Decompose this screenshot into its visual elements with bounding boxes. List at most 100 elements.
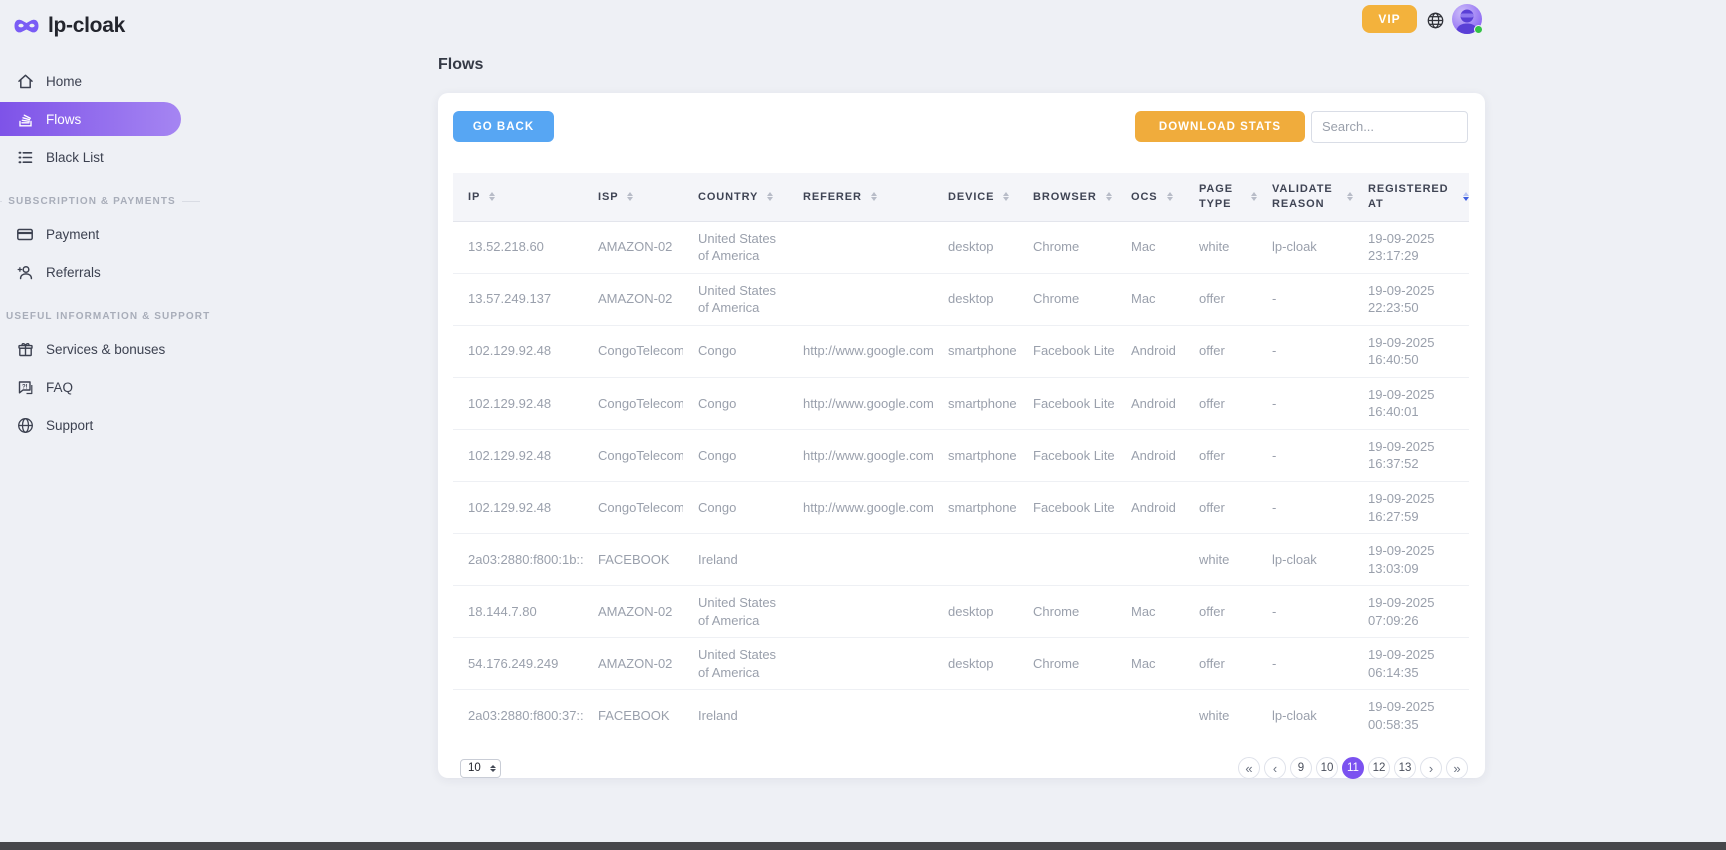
pagination-page-9[interactable]: 9	[1290, 757, 1312, 779]
table-cell-validate-reason: -	[1257, 481, 1353, 533]
flows-table: IPISPCOUNTRYREFERERDEVICEBROWSEROCSPAGE …	[453, 173, 1469, 741]
column-header-registered-at[interactable]: REGISTERED AT	[1353, 173, 1469, 221]
rows-per-page-select[interactable]: 10	[460, 759, 501, 778]
table-cell-country: United States of America	[683, 273, 788, 325]
column-header-page-type[interactable]: PAGE TYPE	[1184, 173, 1257, 221]
pagination-first-button[interactable]: «	[1238, 757, 1260, 779]
rows-per-page-value: 10	[468, 762, 481, 774]
column-header-country[interactable]: COUNTRY	[683, 173, 788, 221]
table-row: 102.129.92.48CongoTelecomCongohttp://www…	[453, 481, 1469, 533]
sidebar-item-services-bonuses[interactable]: Services & bonuses	[0, 332, 200, 366]
table-cell-referer	[788, 586, 933, 638]
table-cell-isp: CongoTelecom	[583, 325, 683, 377]
table-cell-ip: 2a03:2880:f800:1b::	[453, 534, 583, 586]
table-cell-ip: 102.129.92.48	[453, 377, 583, 429]
online-status-dot	[1474, 25, 1483, 34]
table-row: 18.144.7.80AMAZON-02United States of Ame…	[453, 586, 1469, 638]
table-cell-ocs: Mac	[1116, 638, 1184, 690]
brand-name: lp-cloak	[48, 14, 125, 38]
column-header-browser[interactable]: BROWSER	[1018, 173, 1116, 221]
language-globe-icon[interactable]	[1427, 12, 1444, 29]
table-cell-validate-reason: -	[1257, 377, 1353, 429]
sidebar-item-label: Payment	[46, 227, 99, 242]
table-cell-country: Congo	[683, 481, 788, 533]
table-cell-page-type: offer	[1184, 586, 1257, 638]
table-cell-validate-reason: -	[1257, 273, 1353, 325]
sidebar-item-flows[interactable]: Flows	[0, 102, 181, 136]
table-cell-device: desktop	[933, 638, 1018, 690]
main-content: Flows GO BACK DOWNLOAD STATS IPISPCOUNTR…	[438, 56, 1485, 778]
table-cell-validate-reason: lp-cloak	[1257, 690, 1353, 742]
pagination-page-12[interactable]: 12	[1368, 757, 1390, 779]
table-cell-page-type: offer	[1184, 377, 1257, 429]
pagination-last-button[interactable]: »	[1446, 757, 1468, 779]
table-cell-page-type: offer	[1184, 429, 1257, 481]
table-cell-browser: Facebook Lite	[1018, 377, 1116, 429]
sort-icon[interactable]	[1347, 192, 1353, 201]
table-cell-referer: http://www.google.com/	[788, 325, 933, 377]
pagination-page-10[interactable]: 10	[1316, 757, 1338, 779]
table-cell-country: Congo	[683, 429, 788, 481]
table-cell-isp: CongoTelecom	[583, 481, 683, 533]
sidebar-item-payment[interactable]: Payment	[0, 217, 200, 251]
column-header-validate-reason[interactable]: VALIDATE REASON	[1257, 173, 1353, 221]
sidebar-item-label: Flows	[46, 112, 81, 127]
flows-icon	[16, 110, 34, 128]
table-cell-registered-at: 19-09-2025 16:40:50	[1353, 325, 1469, 377]
column-header-ip[interactable]: IP	[453, 173, 583, 221]
search-input[interactable]	[1311, 111, 1468, 143]
table-cell-country: United States of America	[683, 586, 788, 638]
table-cell-validate-reason: -	[1257, 586, 1353, 638]
sort-icon[interactable]	[1167, 192, 1173, 201]
sort-icon[interactable]	[1463, 192, 1469, 201]
sort-icon[interactable]	[1251, 192, 1257, 201]
sort-icon[interactable]	[1106, 192, 1112, 201]
column-header-isp[interactable]: ISP	[583, 173, 683, 221]
sidebar-item-faq[interactable]: ?!FAQ	[0, 370, 200, 404]
sidebar-item-label: Support	[46, 418, 93, 433]
table-cell-ip: 54.176.249.249	[453, 638, 583, 690]
sidebar-item-home[interactable]: Home	[0, 64, 200, 98]
sidebar-item-support[interactable]: Support	[0, 408, 200, 442]
sidebar-item-referrals[interactable]: Referrals	[0, 255, 200, 289]
table-cell-registered-at: 19-09-2025 00:58:35	[1353, 690, 1469, 742]
table-cell-device: desktop	[933, 221, 1018, 273]
table-cell-ip: 18.144.7.80	[453, 586, 583, 638]
sort-icon[interactable]	[627, 192, 633, 201]
table-cell-ocs: Mac	[1116, 221, 1184, 273]
table-cell-referer	[788, 534, 933, 586]
pagination-page-11[interactable]: 11	[1342, 757, 1364, 779]
pagination-page-13[interactable]: 13	[1394, 757, 1416, 779]
download-stats-button[interactable]: DOWNLOAD STATS	[1135, 111, 1305, 142]
table-cell-device: smartphone	[933, 429, 1018, 481]
column-header-referer[interactable]: REFERER	[788, 173, 933, 221]
sidebar-item-black-list[interactable]: Black List	[0, 140, 200, 174]
sort-icon[interactable]	[1003, 192, 1009, 201]
column-header-device[interactable]: DEVICE	[933, 173, 1018, 221]
card-footer: 10 «‹910111213›»	[453, 741, 1468, 779]
sort-icon[interactable]	[767, 192, 773, 201]
table-cell-country: Congo	[683, 325, 788, 377]
sort-icon[interactable]	[489, 192, 495, 201]
table-row: 13.52.218.60AMAZON-02United States of Am…	[453, 221, 1469, 273]
pagination-prev-button[interactable]: ‹	[1264, 757, 1286, 779]
credit-card-icon	[16, 225, 34, 243]
table-cell-ocs: Android	[1116, 481, 1184, 533]
pagination-next-button[interactable]: ›	[1420, 757, 1442, 779]
table-cell-ocs: Android	[1116, 377, 1184, 429]
column-header-ocs[interactable]: OCS	[1116, 173, 1184, 221]
table-cell-device: smartphone	[933, 325, 1018, 377]
table-cell-isp: AMAZON-02	[583, 586, 683, 638]
table-cell-isp: FACEBOOK	[583, 690, 683, 742]
table-cell-page-type: offer	[1184, 325, 1257, 377]
table-cell-page-type: offer	[1184, 481, 1257, 533]
table-cell-country: Ireland	[683, 534, 788, 586]
table-cell-isp: FACEBOOK	[583, 534, 683, 586]
vip-button[interactable]: VIP	[1362, 5, 1417, 33]
table-cell-browser	[1018, 534, 1116, 586]
table-cell-registered-at: 19-09-2025 16:27:59	[1353, 481, 1469, 533]
sort-icon[interactable]	[871, 192, 877, 201]
go-back-button[interactable]: GO BACK	[453, 111, 554, 142]
sidebar-item-label: Referrals	[46, 265, 101, 280]
table-cell-validate-reason: lp-cloak	[1257, 221, 1353, 273]
